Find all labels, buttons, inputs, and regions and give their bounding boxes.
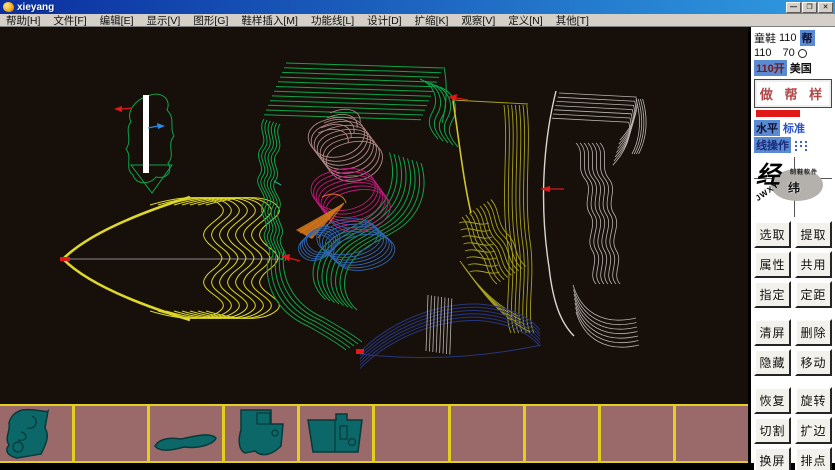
- menu-other[interactable]: 其他[T]: [556, 13, 589, 28]
- white-crescent-piece: [540, 91, 646, 347]
- menu-graphics[interactable]: 图形[G]: [193, 13, 228, 28]
- shoe-size-label: 110: [779, 32, 797, 44]
- thumbnail-cell-empty-5[interactable]: [601, 406, 676, 461]
- arrange-points-button[interactable]: 排点: [795, 447, 832, 470]
- mode-horizontal-toggle[interactable]: 水平: [754, 120, 780, 136]
- value-1: 110: [754, 47, 772, 59]
- hide-button[interactable]: 隐藏: [754, 349, 791, 376]
- menu-function-line[interactable]: 功能线[L]: [311, 13, 354, 28]
- thumbnail-cell-counter[interactable]: [300, 406, 375, 461]
- rotate-button[interactable]: 旋转: [795, 387, 832, 414]
- shoe-type-label: 童鞋: [754, 30, 776, 46]
- minimize-button[interactable]: —: [786, 2, 801, 13]
- last-tag-badge[interactable]: 110开: [754, 60, 787, 76]
- red-marker-5: [356, 349, 364, 354]
- thumbnail-cell-sole[interactable]: [150, 406, 225, 461]
- line-op-row: 线操作: [754, 137, 832, 153]
- tool-button-grid: 选取 提取 属性 共用 指定 定距 清屏 删除 隐藏 移动 恢复 旋转 切割 扩…: [754, 221, 832, 470]
- blue-marker: [148, 123, 165, 129]
- green-hatch-piece: [114, 94, 174, 193]
- logo-char-wei: 纬: [788, 179, 800, 196]
- mode-row: 水平 标准: [754, 120, 832, 136]
- properties-button[interactable]: 属性: [754, 251, 791, 278]
- thumbnail-cell-empty-3[interactable]: [451, 406, 526, 461]
- design-canvas[interactable]: [0, 27, 748, 404]
- red-progress-bar: [756, 110, 800, 117]
- shoe-info-row-3: 110开 美国: [754, 60, 832, 76]
- red-marker-1: [114, 106, 132, 112]
- menu-insert-pattern[interactable]: 鞋样插入[M]: [241, 13, 298, 28]
- menu-edit[interactable]: 编辑[E]: [100, 13, 134, 28]
- value-2: 70: [783, 47, 795, 59]
- logo-small-text: 制鞋软件: [790, 167, 818, 176]
- thumbnail-cell-empty-6[interactable]: [676, 406, 748, 461]
- circle-indicator-icon[interactable]: [798, 49, 807, 58]
- blue-sole-piece: [356, 295, 541, 369]
- menu-define[interactable]: 定义[N]: [508, 13, 542, 28]
- part-tag-badge[interactable]: 帮: [800, 30, 815, 46]
- thumbnail-cell-empty-1[interactable]: [75, 406, 150, 461]
- menu-observe[interactable]: 观察[V]: [461, 13, 495, 28]
- extract-button[interactable]: 提取: [795, 221, 832, 248]
- app-icon: [3, 2, 14, 12]
- thumbnail-cell-empty-2[interactable]: [375, 406, 450, 461]
- thumbnail-cell-empty-4[interactable]: [526, 406, 601, 461]
- fixed-distance-button[interactable]: 定距: [795, 281, 832, 308]
- menu-bar: 帮助[H] 文件[F] 编辑[E] 显示[V] 图形[G] 鞋样插入[M] 功能…: [0, 14, 835, 27]
- app-window: xieyang — ❐ ✕ 帮助[H] 文件[F] 编辑[E] 显示[V] 图形…: [0, 0, 835, 470]
- pattern-thumbnail-strip: [0, 404, 748, 463]
- maximize-button[interactable]: ❐: [802, 2, 817, 13]
- shared-button[interactable]: 共用: [795, 251, 832, 278]
- shoe-info-row-1: 童鞋 110 帮: [754, 30, 832, 46]
- line-op-toggle[interactable]: 线操作: [754, 137, 791, 153]
- olive-piece: [448, 94, 534, 333]
- select-button[interactable]: 选取: [754, 221, 791, 248]
- restore-button[interactable]: 恢复: [754, 387, 791, 414]
- region-label: 美国: [790, 60, 812, 76]
- make-upper-pattern-button[interactable]: 做 帮 样: [754, 79, 832, 108]
- move-button[interactable]: 移动: [795, 349, 832, 376]
- line-op-grid-icon[interactable]: [794, 140, 808, 151]
- menu-view[interactable]: 显示[V]: [147, 13, 181, 28]
- menu-design[interactable]: 设计[D]: [367, 13, 401, 28]
- shoe-info-row-2: 110 70: [754, 47, 832, 59]
- thumbnail-cell-boot-back[interactable]: [225, 406, 300, 461]
- clear-screen-button[interactable]: 清屏: [754, 319, 791, 346]
- switch-screen-button[interactable]: 换屏: [754, 447, 791, 470]
- bottom-black-bar: [0, 463, 835, 470]
- canvas-drawing: [0, 27, 746, 404]
- assign-button[interactable]: 指定: [754, 281, 791, 308]
- cut-button[interactable]: 切割: [754, 417, 791, 444]
- menu-file[interactable]: 文件[F]: [53, 13, 86, 28]
- mode-standard-toggle[interactable]: 标准: [783, 120, 805, 136]
- delete-button[interactable]: 删除: [795, 319, 832, 346]
- thumbnail-cell-boot-quarter[interactable]: [0, 406, 75, 461]
- menu-scale[interactable]: 扩缩[K]: [415, 13, 449, 28]
- red-marker-tip: [60, 257, 70, 261]
- menu-help[interactable]: 帮助[H]: [6, 13, 40, 28]
- close-button[interactable]: ✕: [818, 2, 833, 13]
- tool-sidebar: 童鞋 110 帮 110 70 110开 美国 做 帮 样 水平 标准: [748, 27, 835, 463]
- yellow-arrow-piece: [60, 197, 283, 320]
- jingwei-logo: 经 制鞋软件 纬 JWXY: [754, 157, 832, 217]
- window-title: xieyang: [17, 2, 785, 13]
- expand-edge-button[interactable]: 扩边: [795, 417, 832, 444]
